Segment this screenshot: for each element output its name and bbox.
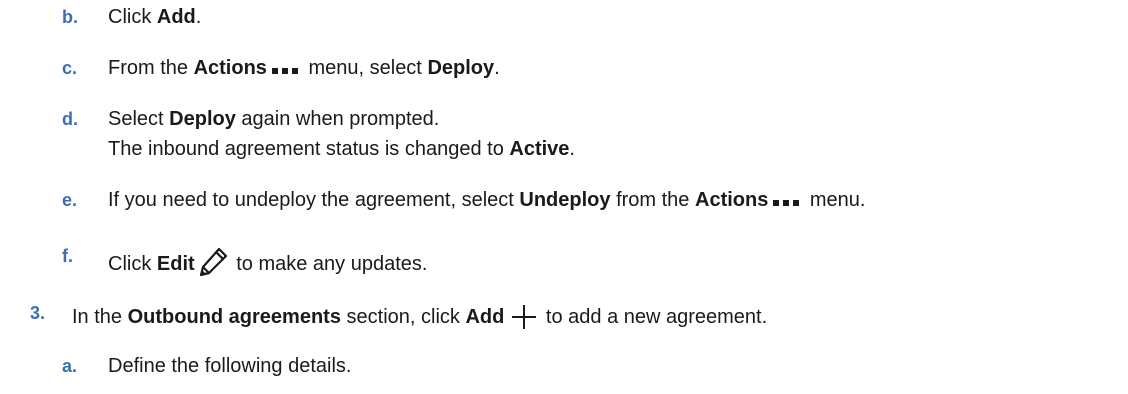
step-d-result-text: The inbound agreement status is changed … [108,138,575,160]
step-marker-a: a. [62,356,78,376]
step-marker-b: b. [62,7,78,27]
undeploy-term: Undeploy [519,189,611,211]
step-marker-c: c. [62,58,78,78]
add-term: Add [465,306,505,328]
step-marker-d: d. [62,109,78,129]
more-actions-icon [271,67,300,75]
step-b-text: Click Add. [108,6,202,28]
outbound-agreements-term: Outbound agreements [127,306,341,328]
pencil-icon [197,246,229,278]
plus-icon [510,303,538,331]
deploy-term: Deploy [427,57,495,79]
actions-term: Actions [695,189,769,211]
more-actions-icon [773,199,801,207]
actions-term: Actions [193,57,267,79]
step-a-text: Define the following details. [108,355,352,377]
step-3-text: In the Outbound agreements section, clic… [72,301,767,329]
step-marker-e: e. [62,190,78,210]
active-status-term: Active [509,138,570,160]
step-marker-3: 3. [30,303,46,323]
step-marker-f: f. [62,246,73,266]
step-e-text: If you need to undeploy the agreement, s… [108,189,866,211]
edit-term: Edit [156,253,195,275]
step-d-text: Select Deploy again when prompted. [108,108,440,130]
deploy-term: Deploy [169,108,236,130]
step-f-text: Click Edit to make any updates. [108,244,427,278]
add-term: Add [156,6,196,28]
step-c-text: From the Actions menu, select Deploy. [108,57,500,79]
